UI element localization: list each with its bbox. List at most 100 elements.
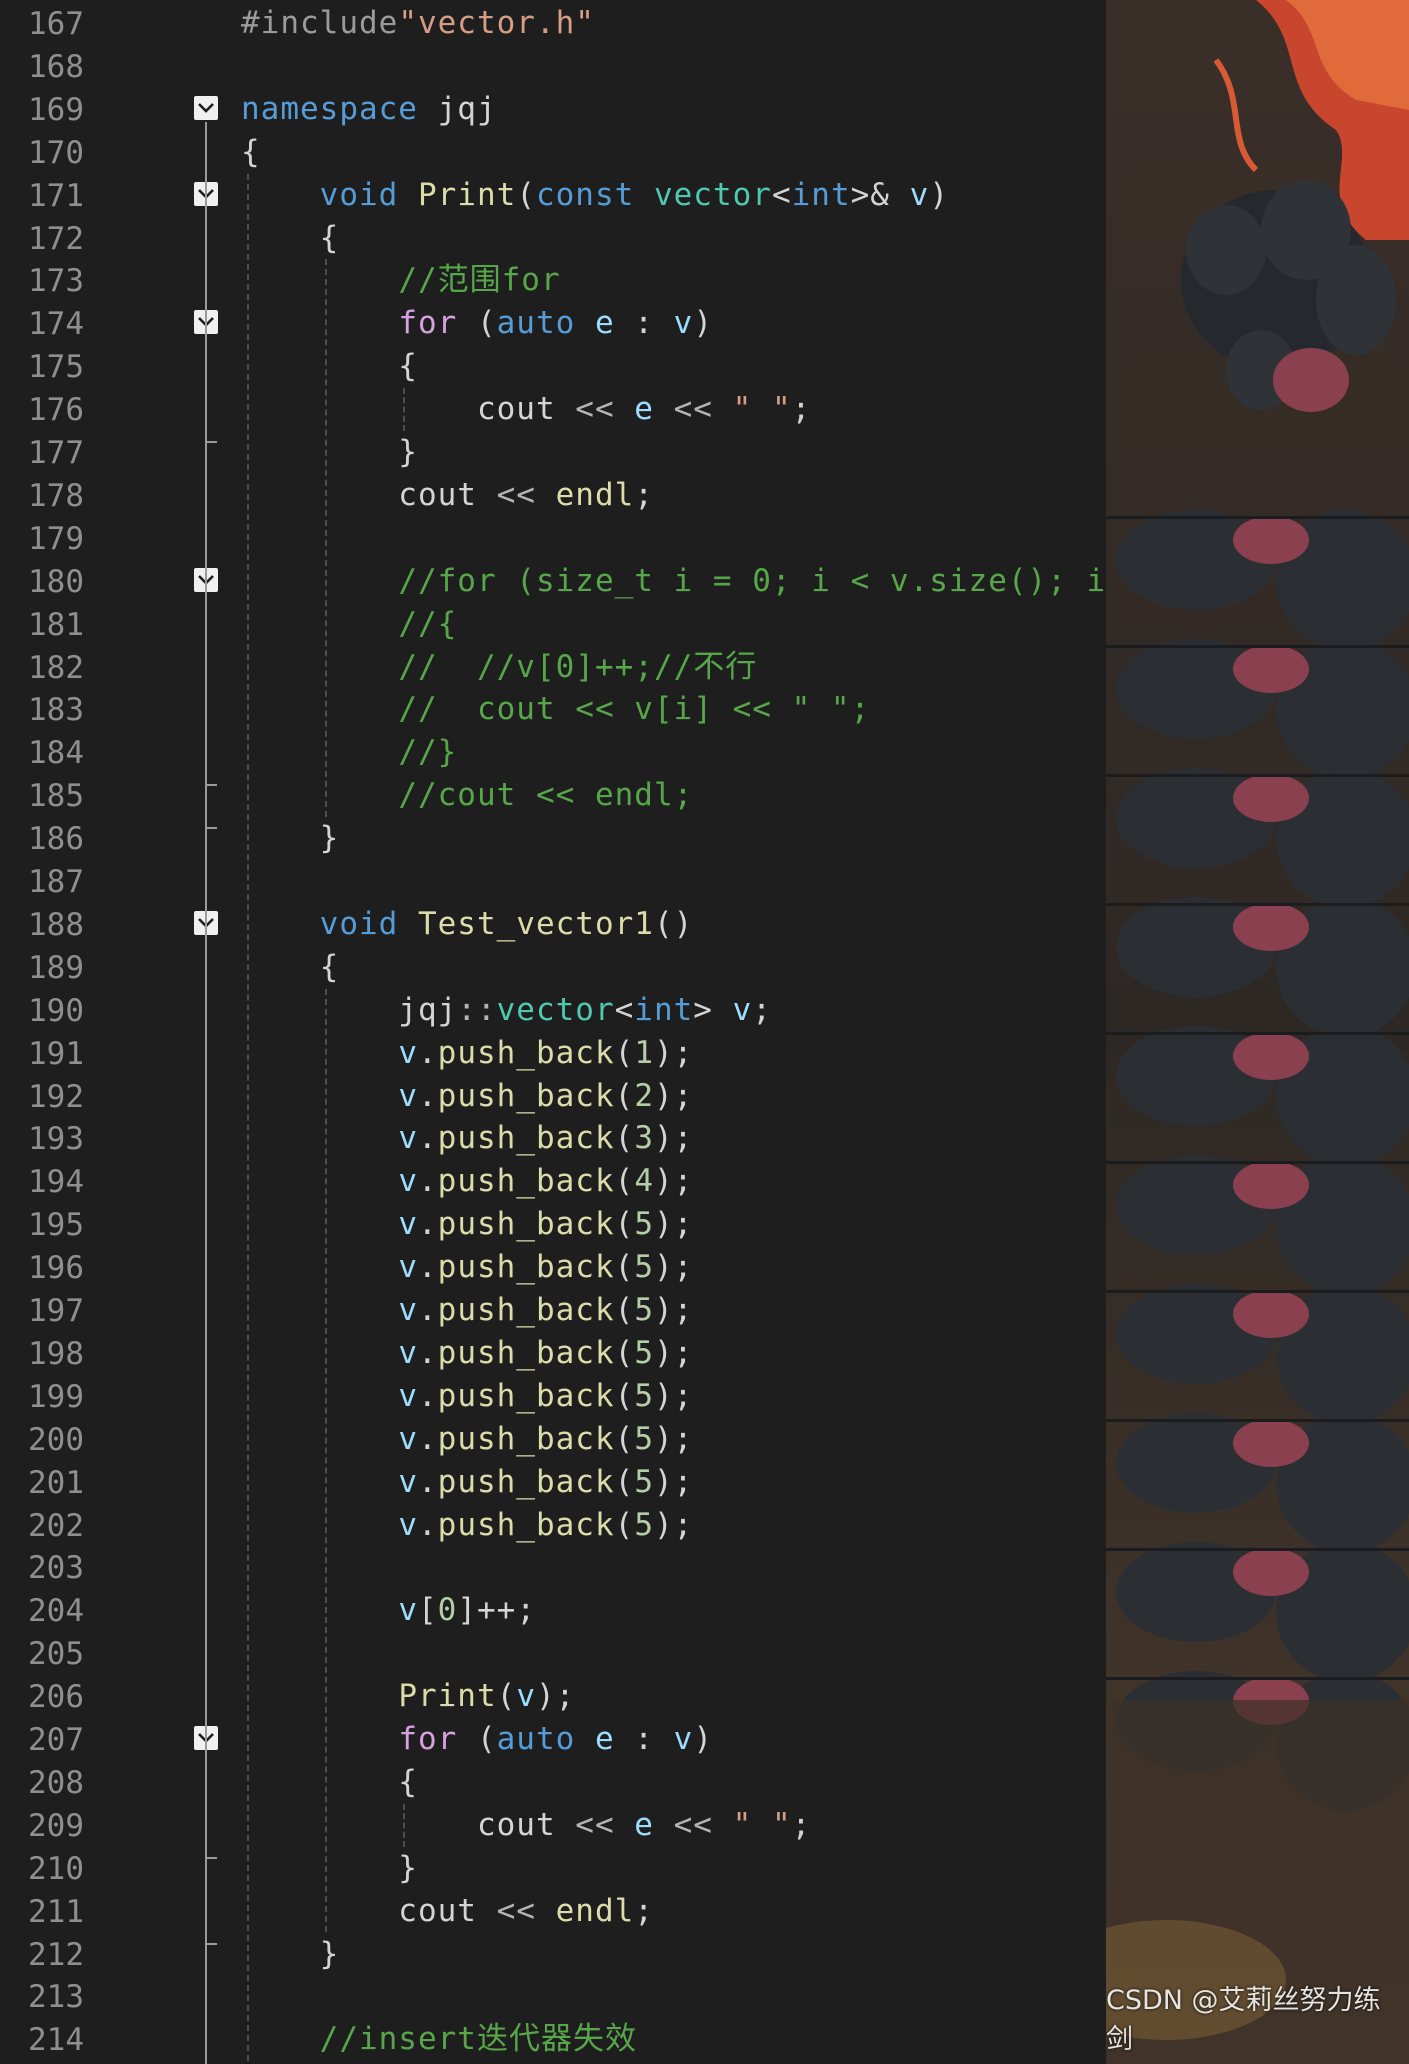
collapse-toggle-icon[interactable] [194, 95, 218, 120]
code-editor[interactable]: 167 #include"vector.h" 168 169 namespace jqj… [0, 0, 1106, 2064]
code-token: push_back [437, 1077, 615, 1114]
code-token: jqj [417, 90, 497, 127]
code-token: ( [614, 1292, 635, 1328]
code-token: //范围for [398, 262, 561, 299]
code-line[interactable]: 167 #include"vector.h" [0, 2, 1106, 45]
code-line[interactable]: 183 // cout << v[i] << " "; [0, 688, 1106, 731]
code-text: cout << endl; [241, 1891, 654, 1931]
code-token: v [398, 1034, 418, 1071]
code-line[interactable]: 196 v.push_back(5); [0, 1246, 1106, 1289]
code-line[interactable]: 198 v.push_back(5); [0, 1332, 1106, 1375]
code-line[interactable]: 209 cout << e << " "; [0, 1804, 1106, 1847]
code-token: void [319, 905, 399, 942]
code-line[interactable]: 174 for (auto e : v) [0, 302, 1106, 345]
code-line[interactable]: 176 cout << e << " "; [0, 388, 1106, 431]
code-line[interactable]: 177 } [0, 431, 1106, 474]
code-line[interactable]: 199 v.push_back(5); [0, 1375, 1106, 1418]
code-line[interactable]: 185 //cout << endl; [0, 774, 1106, 817]
code-line[interactable]: 175 { [0, 345, 1106, 388]
code-line[interactable]: 171 void Print(const vector<int>& v) [0, 174, 1106, 217]
code-line[interactable]: 207 for (auto e : v) [0, 1718, 1106, 1761]
line-number: 208 [28, 1764, 84, 1801]
code-token: ); [653, 1077, 694, 1114]
code-line[interactable]: 178 cout << endl; [0, 474, 1106, 517]
code-token: } [241, 434, 418, 470]
code-token: { [241, 1763, 418, 1800]
code-token: for [398, 305, 458, 342]
code-token: . [417, 1463, 438, 1500]
code-text: for (auto e : v) [241, 1719, 713, 1759]
code-line[interactable]: 194 v.push_back(4); [0, 1160, 1106, 1203]
code-token: ); [653, 1334, 694, 1371]
indent-guide [325, 259, 327, 818]
code-token: "vector.h" [398, 5, 595, 41]
code-token: jqj [241, 991, 458, 1028]
code-token: ); [653, 1420, 694, 1457]
code-text: v.push_back(5); [241, 1462, 693, 1502]
code-line[interactable]: 170 { [0, 131, 1106, 174]
code-token: . [417, 1292, 438, 1328]
code-token: } [241, 820, 340, 857]
code-line[interactable]: 173 //范围for [0, 259, 1106, 302]
code-token: ); [535, 1678, 576, 1715]
code-line[interactable]: 205 [0, 1632, 1106, 1675]
code-token: 3 [634, 1120, 654, 1157]
line-number: 187 [28, 864, 84, 900]
code-token: push_back [437, 1377, 615, 1414]
code-line[interactable]: 213 [0, 1975, 1106, 2018]
code-line[interactable]: 191 v.push_back(1); [0, 1032, 1106, 1075]
code-line[interactable]: 179 [0, 517, 1106, 560]
code-line[interactable]: 201 v.push_back(5); [0, 1461, 1106, 1504]
code-line[interactable]: 203 [0, 1546, 1106, 1589]
code-token: ); [653, 1292, 694, 1328]
code-line[interactable]: 214 //insert迭代器失效 [0, 2018, 1106, 2061]
code-text: v.push_back(5); [241, 1204, 693, 1244]
code-line[interactable]: 211 cout << endl; [0, 1890, 1106, 1933]
code-token: << [673, 391, 713, 428]
code-line[interactable]: 212 } [0, 1933, 1106, 1976]
code-line[interactable]: 200 v.push_back(5); [0, 1418, 1106, 1461]
code-line[interactable]: 184 //} [0, 731, 1106, 774]
code-line[interactable]: 192 v.push_back(2); [0, 1075, 1106, 1118]
code-line[interactable]: 206 Print(v); [0, 1675, 1106, 1718]
code-token: 5 [634, 1249, 654, 1286]
code-line[interactable]: 181 //{ [0, 603, 1106, 646]
code-token: ( [614, 1249, 635, 1286]
code-line[interactable]: 193 v.push_back(3); [0, 1117, 1106, 1160]
code-line[interactable]: 202 v.push_back(5); [0, 1504, 1106, 1547]
code-line[interactable]: 210 } [0, 1847, 1106, 1890]
code-line[interactable]: 195 v.push_back(5); [0, 1203, 1106, 1246]
code-token: ( [614, 1034, 635, 1071]
code-token: " " [732, 1806, 792, 1843]
code-line[interactable]: 190 jqj::vector<int> v; [0, 989, 1106, 1032]
code-text: Print(v); [241, 1676, 575, 1716]
code-text: //cout << endl; [241, 775, 693, 815]
code-text: { [241, 346, 418, 386]
code-line[interactable]: 180 //for (size_t i = 0; i < v.size(); i… [0, 560, 1106, 603]
code-line[interactable]: 208 { [0, 1761, 1106, 1804]
code-line[interactable]: 188 void Test_vector1() [0, 903, 1106, 946]
code-line[interactable]: 186 } [0, 817, 1106, 860]
line-number: 209 [28, 1807, 84, 1844]
code-text: //for (size_t i = 0; i < v.size(); i++) [241, 561, 1106, 601]
code-token: ( [516, 176, 536, 213]
line-number: 183 [28, 692, 84, 729]
code-line[interactable]: 169 namespace jqj [0, 88, 1106, 131]
code-line[interactable]: 187 [0, 860, 1106, 903]
code-line[interactable]: 172 { [0, 217, 1106, 260]
code-token: //insert迭代器失效 [319, 2021, 637, 2058]
code-line[interactable]: 168 [0, 45, 1106, 88]
code-line[interactable]: 189 { [0, 946, 1106, 989]
code-line[interactable]: 204 v[0]++; [0, 1589, 1106, 1632]
code-line[interactable]: 197 v.push_back(5); [0, 1289, 1106, 1332]
code-token: >& [850, 176, 910, 213]
code-token: #include [241, 5, 399, 41]
code-token: vector [496, 991, 615, 1028]
code-line[interactable]: 182 // //v[0]++;//不行 [0, 646, 1106, 689]
code-token: 4 [634, 1163, 654, 1200]
